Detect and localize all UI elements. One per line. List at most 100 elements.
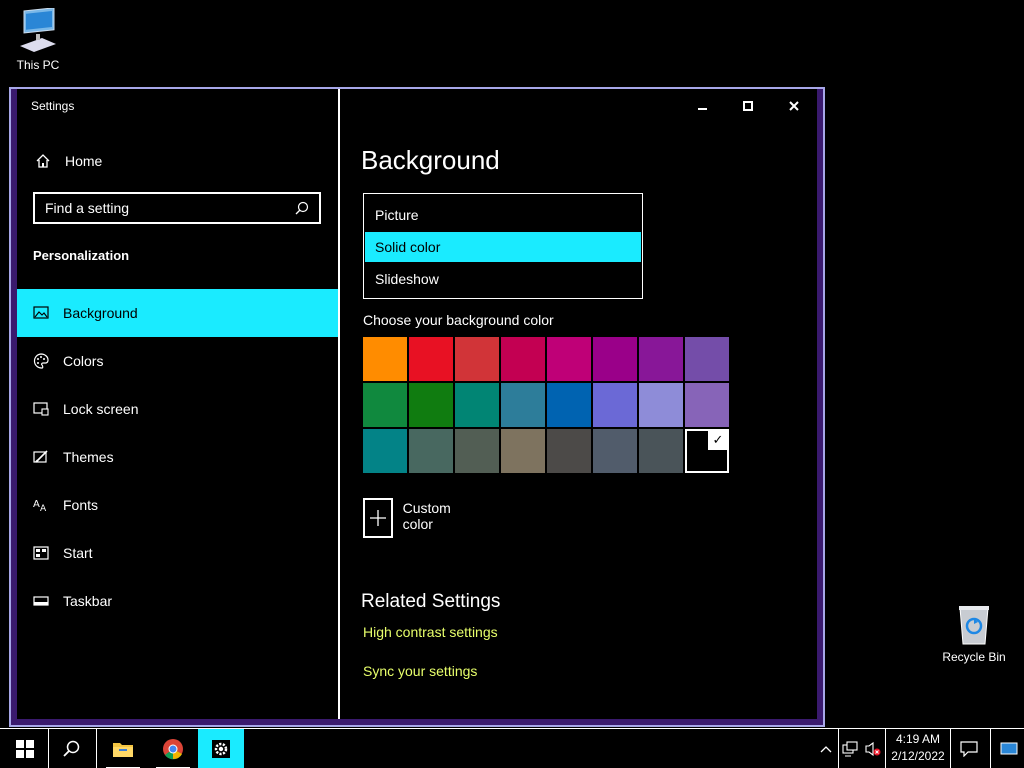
show-hidden-icons-button[interactable]	[814, 729, 838, 768]
sidebar-item-label: Background	[63, 305, 138, 321]
desktop-icon-label: Recycle Bin	[942, 650, 1006, 664]
sidebar-item-fonts[interactable]: AA Fonts	[17, 481, 338, 529]
color-swatch-selected[interactable]: ✓	[685, 429, 729, 473]
sidebar-item-label: Taskbar	[63, 593, 113, 609]
sidebar-item-colors[interactable]: Colors	[17, 337, 338, 385]
color-label: Choose your background color	[363, 312, 554, 328]
taskbar-search-button[interactable]	[49, 729, 95, 768]
taskbar-icon	[33, 593, 49, 609]
show-desktop-button[interactable]	[994, 729, 1024, 768]
lock-screen-icon	[33, 401, 49, 417]
sidebar-item-start[interactable]: Start	[17, 529, 338, 577]
checkmark-icon: ✓	[708, 430, 728, 450]
start-button[interactable]	[2, 729, 48, 768]
recycle-bin-icon	[950, 600, 998, 648]
home-link[interactable]: Home	[35, 153, 102, 169]
window-frame-right	[817, 89, 823, 725]
volume-button[interactable]	[861, 729, 885, 768]
custom-color-button[interactable]: Custom color	[363, 498, 461, 538]
taskbar-clock[interactable]: 4:19 AM 2/12/2022	[886, 731, 950, 765]
sidebar-item-label: Themes	[63, 449, 114, 465]
dropdown-option-picture[interactable]: Picture	[365, 200, 641, 230]
color-swatch[interactable]	[593, 337, 637, 381]
taskbar-file-explorer[interactable]	[100, 729, 146, 768]
windows-logo-icon	[16, 740, 34, 758]
fonts-icon: AA	[33, 497, 49, 513]
minimize-button[interactable]	[688, 95, 718, 117]
sidebar-item-taskbar[interactable]: Taskbar	[17, 577, 338, 625]
color-swatch[interactable]	[455, 383, 499, 427]
maximize-button[interactable]	[733, 95, 763, 117]
sidebar-nav: Background Colors Lock screen Themes A A…	[17, 289, 338, 625]
sidebar-item-label: Colors	[63, 353, 104, 369]
clock-date: 2/12/2022	[891, 749, 945, 763]
color-swatch[interactable]	[547, 429, 591, 473]
color-swatch[interactable]	[593, 429, 637, 473]
svg-text:A: A	[40, 504, 47, 513]
window-title: Settings	[31, 99, 75, 113]
sync-settings-link[interactable]: Sync your settings	[363, 663, 477, 679]
color-swatch[interactable]	[547, 337, 591, 381]
color-swatch[interactable]	[593, 383, 637, 427]
chevron-up-icon	[820, 746, 832, 753]
color-swatch[interactable]	[685, 337, 729, 381]
color-swatch[interactable]	[639, 383, 683, 427]
desktop-icon-label: This PC	[16, 58, 60, 72]
settings-gear-icon	[212, 740, 230, 758]
close-icon	[789, 101, 799, 111]
sidebar-item-background[interactable]: Background	[17, 289, 338, 337]
color-swatch-grid: ✓	[363, 337, 729, 473]
maximize-icon	[743, 101, 753, 111]
themes-icon	[33, 449, 49, 465]
custom-color-label: Custom color	[402, 500, 451, 532]
page-title: Background	[361, 145, 500, 175]
pane-divider	[338, 89, 340, 725]
color-swatch[interactable]	[639, 429, 683, 473]
color-swatch[interactable]	[501, 337, 545, 381]
background-type-dropdown[interactable]: Picture Solid color Slideshow	[363, 193, 643, 299]
start-icon	[33, 545, 49, 561]
color-swatch[interactable]	[547, 383, 591, 427]
desktop-icon-this-pc[interactable]: This PC	[0, 7, 76, 72]
color-swatch[interactable]	[455, 337, 499, 381]
close-button[interactable]	[779, 95, 809, 117]
action-center-button[interactable]	[951, 729, 987, 768]
desktop-icon-recycle-bin[interactable]: Recycle Bin	[936, 600, 1012, 664]
color-swatch[interactable]	[363, 383, 407, 427]
taskbar-chrome[interactable]	[150, 729, 196, 768]
sidebar-item-label: Lock screen	[63, 401, 139, 417]
network-status-button[interactable]	[839, 729, 861, 768]
color-swatch[interactable]	[409, 337, 453, 381]
color-swatch[interactable]	[363, 337, 407, 381]
minimize-icon	[698, 108, 707, 110]
sidebar: Home Find a setting Personalization Back…	[17, 129, 338, 719]
dropdown-option-slideshow[interactable]: Slideshow	[365, 264, 641, 294]
sidebar-item-lock-screen[interactable]: Lock screen	[17, 385, 338, 433]
high-contrast-settings-link[interactable]: High contrast settings	[363, 624, 498, 640]
related-settings-title: Related Settings	[361, 591, 501, 612]
notification-icon	[960, 741, 978, 757]
sidebar-item-label: Fonts	[63, 497, 99, 513]
taskbar-separator	[990, 729, 991, 768]
color-swatch[interactable]	[685, 383, 729, 427]
home-label: Home	[65, 153, 103, 169]
color-swatch[interactable]	[501, 383, 545, 427]
sidebar-item-themes[interactable]: Themes	[17, 433, 338, 481]
palette-icon	[33, 353, 49, 369]
color-swatch[interactable]	[455, 429, 499, 473]
sidebar-item-label: Start	[63, 545, 93, 561]
network-icon	[842, 741, 858, 757]
file-explorer-icon	[113, 743, 133, 757]
color-swatch[interactable]	[409, 383, 453, 427]
color-swatch[interactable]	[409, 429, 453, 473]
color-swatch[interactable]	[363, 429, 407, 473]
dropdown-option-solid-color[interactable]: Solid color	[365, 232, 641, 262]
color-swatch[interactable]	[501, 429, 545, 473]
picture-icon	[33, 305, 49, 321]
computer-icon	[14, 7, 62, 56]
taskbar: 4:19 AM 2/12/2022	[0, 728, 1024, 768]
taskbar-settings[interactable]	[198, 729, 244, 768]
color-swatch[interactable]	[639, 337, 683, 381]
section-title: Personalization	[33, 248, 130, 263]
search-input[interactable]: Find a setting	[33, 192, 321, 224]
